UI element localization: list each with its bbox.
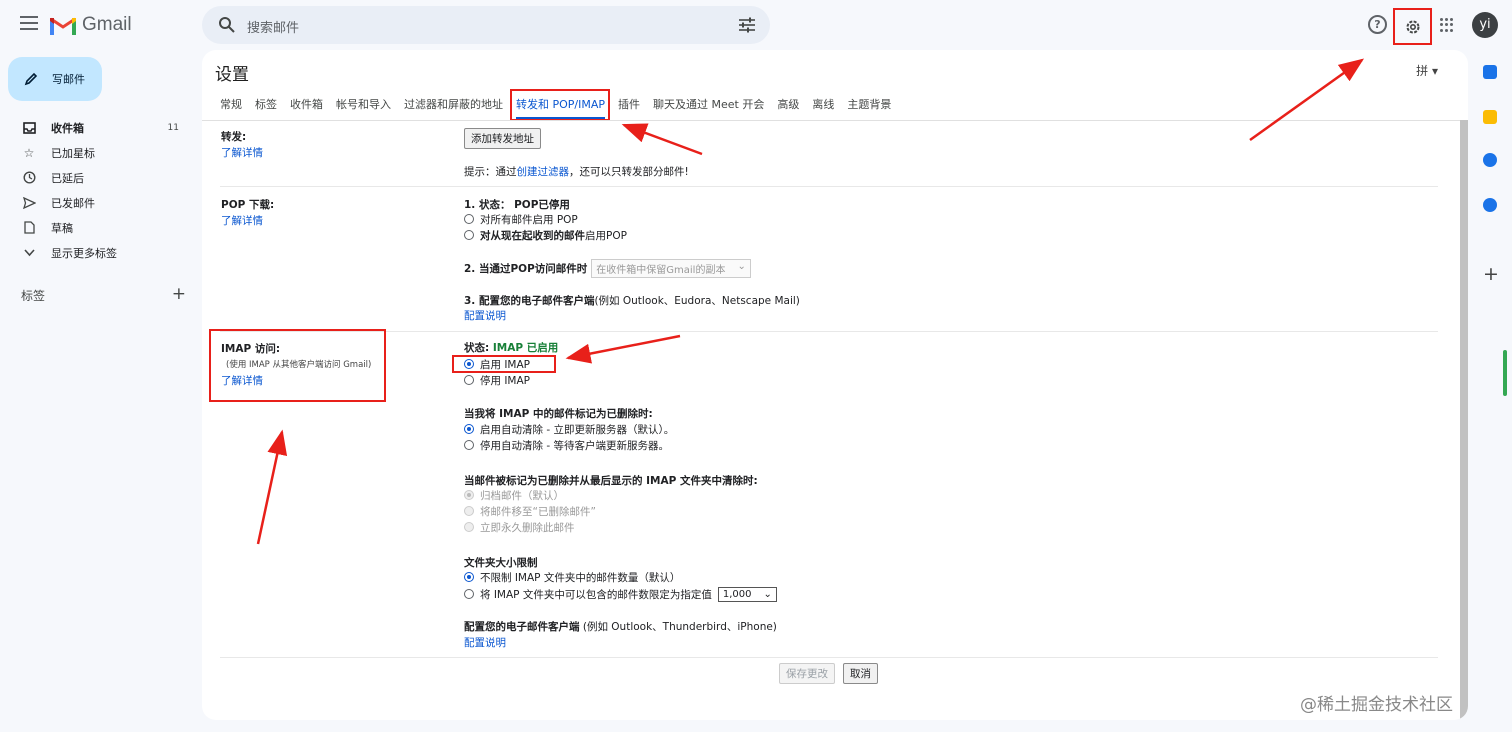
- tasks-icon[interactable]: [1483, 153, 1497, 167]
- sidebar-item-label: 收件箱: [51, 121, 84, 135]
- search-bar[interactable]: 搜索邮件: [202, 6, 770, 44]
- sidebar-item-snoozed[interactable]: 已延后: [0, 165, 195, 190]
- add-label-icon[interactable]: +: [172, 286, 186, 304]
- gmail-logo[interactable]: Gmail: [50, 14, 132, 36]
- compose-label: 写邮件: [52, 73, 85, 86]
- avatar[interactable]: yi: [1472, 12, 1498, 38]
- star-icon: ☆: [23, 145, 35, 160]
- sidebar-item-drafts[interactable]: 草稿: [0, 215, 195, 240]
- sidebar-nav: 收件箱 11 ☆ 已加星标 已延后 已发邮件 草稿 显示更多标签: [0, 115, 195, 265]
- send-icon: [22, 196, 36, 210]
- main-menu-icon[interactable]: [20, 16, 38, 32]
- labels-section: 标签 +: [21, 286, 186, 304]
- search-input[interactable]: 搜索邮件: [247, 17, 299, 36]
- google-apps-icon[interactable]: [1440, 18, 1454, 32]
- sidebar-item-starred[interactable]: ☆ 已加星标: [0, 140, 195, 165]
- clock-icon: [22, 171, 36, 185]
- gear-icon[interactable]: [1404, 18, 1422, 36]
- settings-panel: 设置 拼 ▾ 常规 标签 收件箱 帐号和导入 过滤器和屏蔽的地址 转发和 POP…: [202, 50, 1468, 720]
- inbox-icon: [22, 121, 36, 135]
- sidebar-item-inbox[interactable]: 收件箱 11: [0, 115, 195, 140]
- sidebar-item-label: 草稿: [51, 221, 73, 235]
- gear-annotation-arrow: [1249, 58, 1365, 142]
- compose-button[interactable]: 写邮件: [8, 57, 102, 101]
- labels-heading: 标签: [21, 289, 46, 303]
- sidebar-item-label: 已加星标: [51, 146, 95, 160]
- sidebar-item-more[interactable]: 显示更多标签: [0, 240, 195, 265]
- search-icon[interactable]: [218, 16, 236, 34]
- sidebar-item-label: 显示更多标签: [51, 246, 117, 260]
- watermark: @稀土掘金技术社区: [1300, 695, 1453, 715]
- chevron-down-icon: [22, 246, 36, 260]
- app-name: Gmail: [82, 14, 132, 35]
- sidebar-item-label: 已发邮件: [51, 196, 95, 210]
- keep-icon[interactable]: [1483, 110, 1497, 124]
- calendar-icon[interactable]: [1483, 65, 1497, 79]
- search-options-icon[interactable]: [738, 17, 756, 33]
- unread-count: 11: [167, 122, 179, 133]
- settings-highlight-box: [1393, 8, 1432, 45]
- sidebar-item-label: 已延后: [51, 171, 84, 185]
- help-icon[interactable]: ?: [1368, 15, 1387, 34]
- gmail-m-icon: [50, 17, 76, 35]
- draft-icon: [22, 221, 36, 235]
- sidebar-item-sent[interactable]: 已发邮件: [0, 190, 195, 215]
- pencil-icon: [24, 72, 38, 86]
- contacts-icon[interactable]: [1483, 198, 1497, 212]
- side-panel-indicator: [1503, 350, 1507, 396]
- annotation-arrows: [256, 123, 703, 545]
- add-addon-icon[interactable]: +: [1483, 263, 1499, 285]
